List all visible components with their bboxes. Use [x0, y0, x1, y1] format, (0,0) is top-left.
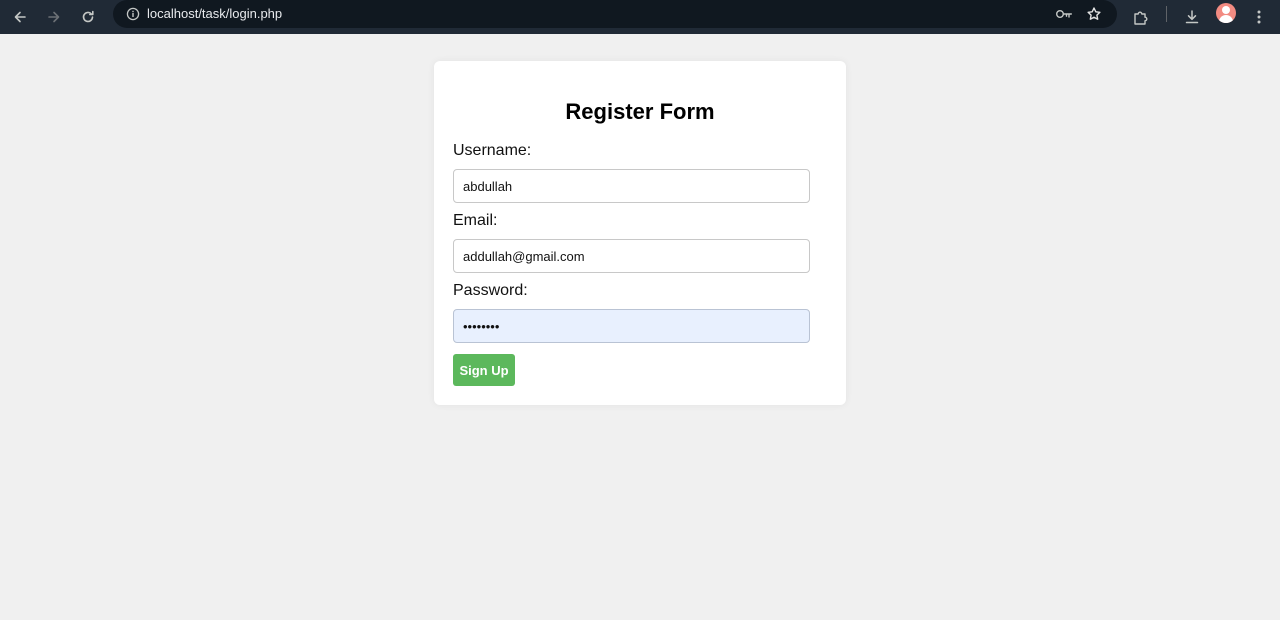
url-path: /task/login.php	[198, 6, 283, 21]
password-input[interactable]	[453, 309, 810, 343]
username-input[interactable]	[453, 169, 810, 203]
email-label: Email:	[453, 212, 498, 229]
download-icon[interactable]	[1178, 3, 1206, 31]
sign-up-button[interactable]: Sign Up	[453, 354, 515, 386]
url-host: localhost	[147, 6, 199, 21]
reload-icon[interactable]	[74, 3, 102, 31]
key-icon[interactable]	[1050, 0, 1078, 28]
address-bar[interactable]: localhost/task/login.php	[113, 0, 1117, 28]
username-label: Username:	[453, 142, 532, 159]
form-title: Register Form	[565, 99, 715, 124]
password-label: Password:	[453, 282, 528, 299]
register-form-card: Register Form Username: Email: Password:…	[434, 61, 846, 405]
browser-toolbar: localhost/task/login.php	[0, 0, 1280, 34]
back-arrow-icon[interactable]	[6, 3, 34, 31]
star-icon[interactable]	[1080, 0, 1108, 28]
puzzle-icon[interactable]	[1127, 3, 1155, 31]
avatar[interactable]	[1216, 3, 1236, 23]
kebab-menu-icon[interactable]	[1245, 3, 1273, 31]
info-icon[interactable]	[119, 0, 147, 28]
forward-arrow-icon[interactable]	[40, 3, 68, 31]
email-input[interactable]	[453, 239, 810, 273]
url-text: localhost/task/login.php	[147, 6, 282, 21]
toolbar-divider	[1166, 6, 1167, 22]
